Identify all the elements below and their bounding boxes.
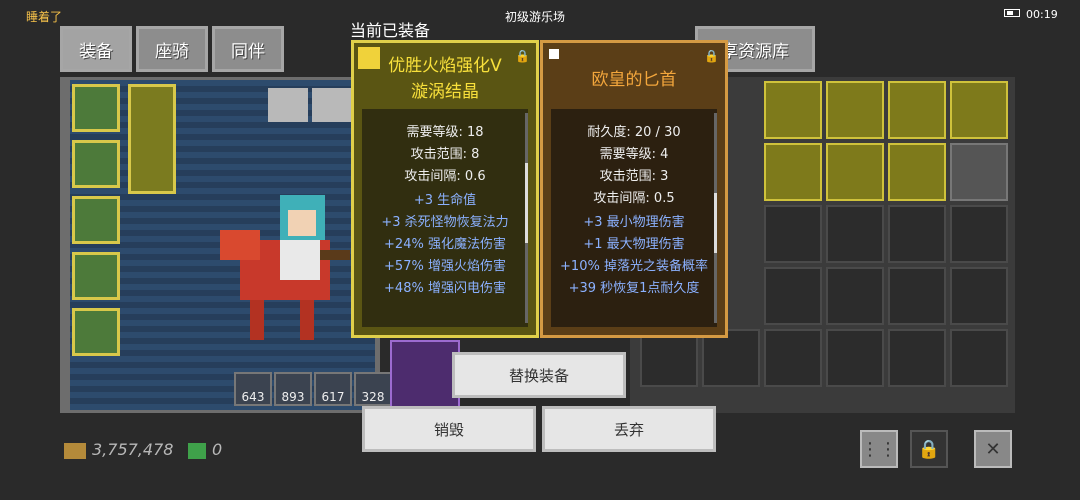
grid-view-icon[interactable]: ⋮⋮	[860, 430, 898, 468]
inventory-slot[interactable]	[764, 329, 822, 387]
stat-line: 攻击范围: 8	[410, 147, 480, 162]
lock-icon[interactable]: 🔒	[704, 49, 719, 63]
bonus-line: +48% 增强闪电伤害	[384, 281, 506, 296]
inventory-slot[interactable]	[826, 329, 884, 387]
stat-line: 需要等级: 18	[406, 125, 484, 140]
item-subname: 漩涡结晶	[411, 82, 479, 102]
scrollbar[interactable]	[525, 113, 528, 323]
inventory-slot[interactable]	[888, 267, 946, 325]
inventory-slot[interactable]	[950, 267, 1008, 325]
inventory-item[interactable]	[764, 81, 822, 139]
bonus-line: +24% 强化魔法伤害	[384, 237, 506, 252]
bonus-line: +1 最大物理伤害	[583, 237, 685, 252]
inventory-slot[interactable]	[888, 329, 946, 387]
panel-title: 当前已装备	[350, 21, 431, 40]
page-button-1[interactable]	[268, 88, 308, 122]
consumable-stack[interactable]: 617	[314, 372, 352, 406]
inventory-slot[interactable]	[764, 267, 822, 325]
gem-icon	[188, 443, 206, 459]
consumable-stack[interactable]: 893	[274, 372, 312, 406]
gold-icon	[64, 443, 86, 459]
battery-icon	[1004, 9, 1020, 17]
equip-slot-boots[interactable]	[72, 252, 120, 300]
scrollbar[interactable]	[714, 113, 717, 323]
bag-slot[interactable]	[390, 340, 460, 410]
inventory-item[interactable]	[764, 143, 822, 201]
equip-slot-helmet[interactable]	[72, 84, 120, 132]
item-name: 欧皇的匕首	[591, 70, 677, 90]
inventory-slot[interactable]	[764, 205, 822, 263]
item-name: 优胜火焰强化V	[388, 56, 502, 76]
stat-line: 需要等级: 4	[599, 147, 669, 162]
equip-slot-gloves[interactable]	[72, 196, 120, 244]
page-button-2[interactable]	[312, 88, 352, 122]
consumable-stack[interactable]: 643	[234, 372, 272, 406]
equipped-item-card: 🔒 优胜火焰强化V 漩涡结晶 需要等级: 18 攻击范围: 8 攻击间隔: 0.…	[351, 40, 539, 338]
inventory-slot[interactable]	[888, 205, 946, 263]
inventory-item[interactable]	[826, 143, 884, 201]
status-text: 睡着了	[26, 10, 63, 24]
equip-slot-armor[interactable]	[72, 140, 120, 188]
item-rarity-icon	[549, 49, 559, 59]
area-name: 初级游乐场	[505, 10, 566, 24]
inventory-slot[interactable]	[826, 267, 884, 325]
bonus-line: +39 秒恢复1点耐久度	[568, 281, 700, 296]
stat-line: 耐久度: 20 / 30	[587, 125, 681, 140]
gold-amount: 3,757,478	[92, 440, 174, 459]
inventory-item[interactable]	[888, 81, 946, 139]
stat-line: 攻击间隔: 0.6	[404, 169, 486, 184]
bonus-line: +57% 增强火焰伤害	[384, 259, 506, 274]
stat-line: 攻击间隔: 0.5	[593, 191, 675, 206]
inventory-item[interactable]	[950, 81, 1008, 139]
bonus-line: +3 最小物理伤害	[583, 215, 685, 230]
bonus-line: +10% 掉落光之装备概率	[560, 259, 708, 274]
consumable-stack[interactable]: 328	[354, 372, 392, 406]
tab-mount[interactable]: 座骑	[136, 26, 208, 72]
equip-slot-ring[interactable]	[72, 308, 120, 356]
tab-equipment[interactable]: 装备	[60, 26, 132, 72]
clock: 00:19	[1026, 8, 1058, 21]
stat-line: 攻击范围: 3	[599, 169, 669, 184]
replace-equipment-button[interactable]: 替换装备	[452, 352, 626, 398]
destroy-button[interactable]: 销毁	[362, 406, 536, 452]
tab-companion[interactable]: 同伴	[212, 26, 284, 72]
inventory-item[interactable]	[888, 143, 946, 201]
lock-toggle-icon[interactable]: 🔒	[910, 430, 948, 468]
discard-button[interactable]: 丢弃	[542, 406, 716, 452]
bonus-line: +3 生命值	[413, 193, 477, 208]
equip-slot-weapon[interactable]	[128, 84, 176, 194]
inventory-slot[interactable]	[950, 329, 1008, 387]
inventory-slot[interactable]	[950, 205, 1008, 263]
gem-amount: 0	[212, 440, 223, 459]
compare-item-card: 🔒 欧皇的匕首 耐久度: 20 / 30 需要等级: 4 攻击范围: 3 攻击间…	[540, 40, 728, 338]
inventory-slot[interactable]	[826, 205, 884, 263]
inventory-item[interactable]	[826, 81, 884, 139]
bonus-line: +3 杀死怪物恢复法力	[381, 215, 509, 230]
close-icon[interactable]: ✕	[974, 430, 1012, 468]
inventory-item[interactable]	[950, 143, 1008, 201]
